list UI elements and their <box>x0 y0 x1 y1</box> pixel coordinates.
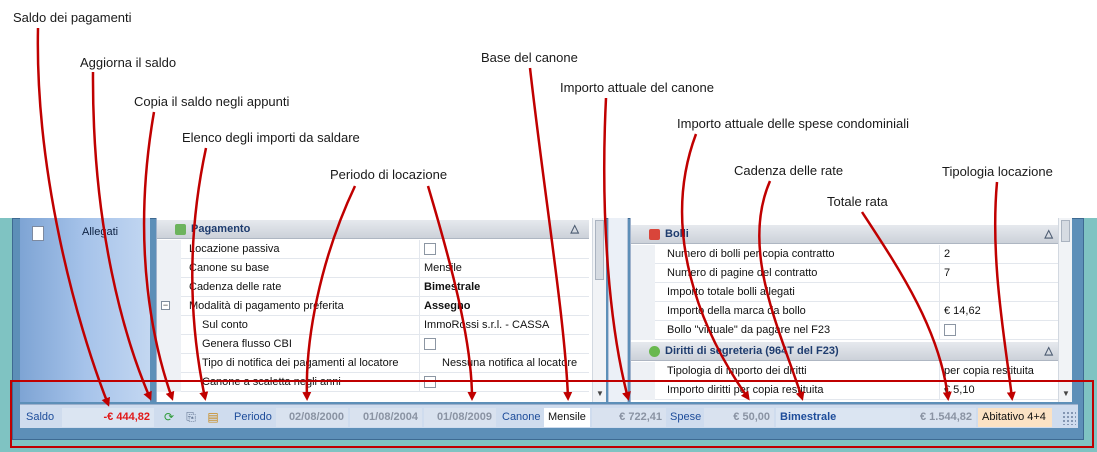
property-value[interactable]: 2 <box>944 248 950 260</box>
property-value[interactable]: Assegno <box>424 300 470 312</box>
annotation-periodo: Periodo di locazione <box>330 167 448 182</box>
annotation-totale: Totale rata <box>827 194 888 209</box>
property-label: Locazione passiva <box>189 243 280 255</box>
property-value[interactable]: Mensile <box>424 262 462 274</box>
annotation-saldo: Saldo dei pagamenti <box>13 10 132 25</box>
collapse-icon[interactable]: △ <box>571 222 579 235</box>
property-row: Numero di bolli per copia contratto 2 <box>631 245 1063 264</box>
annotation-tipologia: Tipologia locazione <box>942 164 1053 179</box>
bollo-virtuale-checkbox[interactable] <box>944 324 956 336</box>
property-label: Canone su base <box>189 262 270 274</box>
scrollbar[interactable]: ▼ <box>1058 218 1072 402</box>
property-value[interactable]: € 14,62 <box>944 305 981 317</box>
property-row: Cadenza delle rate Bimestrale <box>157 278 589 297</box>
property-value[interactable]: 7 <box>944 267 950 279</box>
property-row: Tipologia di importo dei diritti per cop… <box>631 362 1063 381</box>
genera-flusso-cbi-checkbox[interactable] <box>424 338 436 350</box>
property-label: Tipo di notifica dei pagamenti al locato… <box>202 357 399 369</box>
property-label: Cadenza delle rate <box>189 281 282 293</box>
payment-icon <box>175 224 186 235</box>
property-row: Locazione passiva <box>157 240 589 259</box>
group-header-diritti[interactable]: Diritti di segreteria (964T del F23) △ <box>631 342 1063 361</box>
annotation-base: Base del canone <box>481 50 578 65</box>
annotation-cadenza: Cadenza delle rate <box>734 163 844 178</box>
property-row: Sul conto ImmoRossi s.r.l. - CASSA <box>157 316 589 335</box>
collapse-icon[interactable]: △ <box>1045 344 1053 357</box>
annotation-copia: Copia il saldo negli appunti <box>134 94 290 109</box>
property-label: Numero di pagine del contratto <box>667 267 818 279</box>
collapse-icon[interactable]: △ <box>1045 227 1053 240</box>
group-header-pagamento[interactable]: Pagamento △ <box>157 220 589 239</box>
group-title: Diritti di segreteria (964T del F23) <box>665 345 839 357</box>
stamp-icon <box>649 229 660 240</box>
property-row: Canone su base Mensile <box>157 259 589 278</box>
status-bar-highlight <box>10 380 1094 448</box>
sidebar-item-allegati[interactable]: Allegati <box>82 226 118 238</box>
payment-properties-panel: Pagamento △ Locazione passiva Canone su … <box>156 218 606 402</box>
add-icon <box>649 346 660 357</box>
property-row: − Modalità di pagamento preferita Assegno <box>157 297 589 316</box>
scrollbar[interactable]: ▼ <box>592 218 606 402</box>
property-value[interactable]: ImmoRossi s.r.l. - CASSA <box>424 319 549 331</box>
locazione-passiva-checkbox[interactable] <box>424 243 436 255</box>
property-label: Importo della marca da bollo <box>667 305 806 317</box>
property-label: Genera flusso CBI <box>202 338 292 350</box>
group-title: Pagamento <box>191 223 251 235</box>
property-label: Modalità di pagamento preferita <box>189 300 344 312</box>
property-label: Numero di bolli per copia contratto <box>667 248 835 260</box>
splitter-handle[interactable] <box>608 218 628 402</box>
property-value[interactable]: Nessuna notifica al locatore <box>442 357 577 369</box>
annotation-importo-canone: Importo attuale del canone <box>560 80 714 95</box>
collapse-row-icon[interactable]: − <box>161 301 170 310</box>
property-value[interactable]: per copia restituita <box>944 365 1034 377</box>
annotation-importo-spese: Importo attuale delle spese condominiali <box>677 116 909 131</box>
fees-properties-panel: Bolli △ Numero di bolli per copia contra… <box>630 218 1072 402</box>
property-label: Sul conto <box>202 319 248 331</box>
property-label: Tipologia di importo dei diritti <box>667 365 807 377</box>
sidebar: Allegati <box>20 218 150 402</box>
property-row: Importo della marca da bollo € 14,62 <box>631 302 1063 321</box>
property-label: Bollo "virtuale" da pagare nel F23 <box>667 324 831 336</box>
property-row: Genera flusso CBI <box>157 335 589 354</box>
property-row: Importo totale bolli allegati <box>631 283 1063 302</box>
group-title: Bolli <box>665 228 689 240</box>
document-icon <box>32 226 44 241</box>
annotation-elenco: Elenco degli importi da saldare <box>182 130 360 145</box>
property-row: Numero di pagine del contratto 7 <box>631 264 1063 283</box>
property-value[interactable]: Bimestrale <box>424 281 480 293</box>
property-row: Bollo "virtuale" da pagare nel F23 <box>631 321 1063 340</box>
property-label: Importo totale bolli allegati <box>667 286 795 298</box>
annotation-aggiorna: Aggiorna il saldo <box>80 55 177 70</box>
group-header-bolli[interactable]: Bolli △ <box>631 225 1063 244</box>
property-row: Tipo di notifica dei pagamenti al locato… <box>157 354 589 373</box>
